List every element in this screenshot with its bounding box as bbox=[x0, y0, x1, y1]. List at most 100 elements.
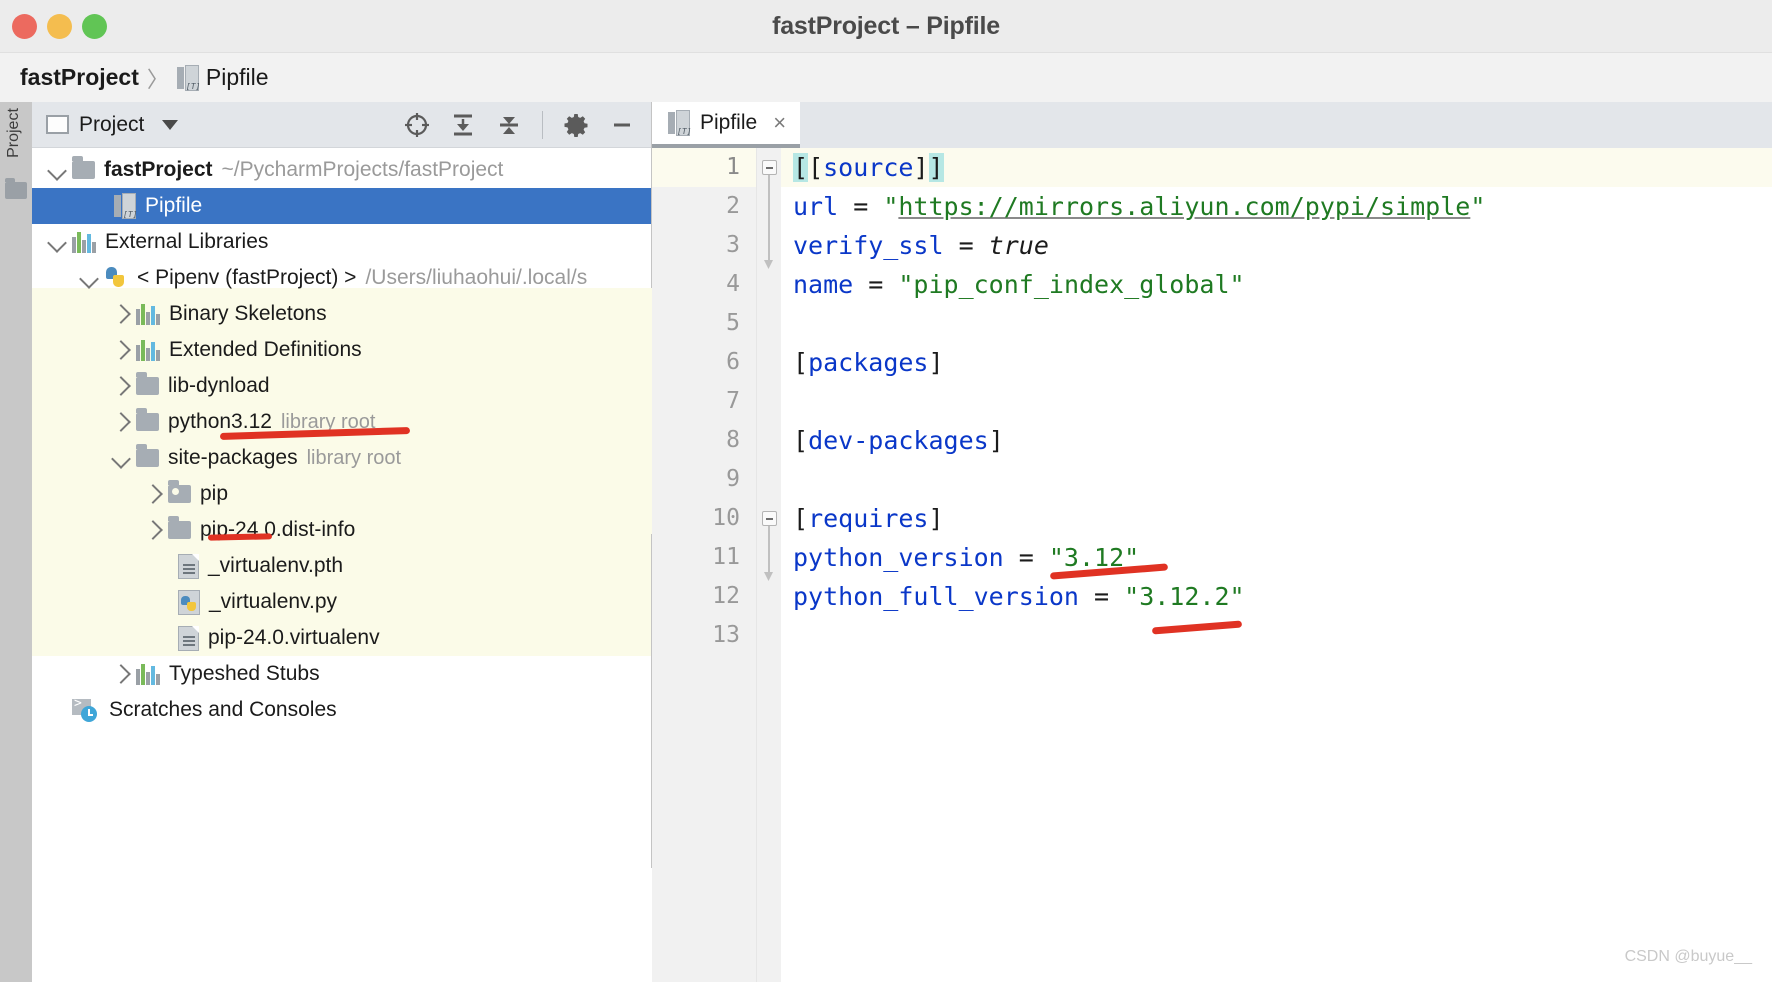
chevron-down-icon[interactable] bbox=[162, 119, 179, 130]
line-number: 12 bbox=[712, 583, 740, 609]
tree-label: pip bbox=[200, 482, 229, 505]
tree-row-pip[interactable]: pip bbox=[32, 476, 651, 512]
fold-toggle-requires[interactable] bbox=[762, 511, 777, 526]
code-line-3[interactable]: verify_ssl = true bbox=[781, 226, 1772, 265]
code-line-1[interactable]: [[source]] bbox=[781, 148, 1772, 187]
line-number: 5 bbox=[726, 310, 740, 336]
editor-tab-pipfile[interactable]: Pipfile × bbox=[652, 102, 801, 148]
tree-detail: library root bbox=[306, 446, 402, 469]
tree-label: < Pipenv (fastProject) > bbox=[137, 266, 357, 289]
folder-icon bbox=[136, 444, 159, 467]
chevron-expanded-icon[interactable] bbox=[47, 233, 67, 253]
code-area[interactable]: 1 2 3 4 5 6 7 8 9 10 11 12 13 [[source]]… bbox=[652, 148, 1772, 982]
chevron-collapsed-icon[interactable] bbox=[111, 340, 131, 360]
breadcrumb-file[interactable]: Pipfile bbox=[176, 64, 269, 91]
code-line-12[interactable]: python_full_version = "3.12.2" bbox=[781, 577, 1772, 616]
chevron-collapsed-icon[interactable] bbox=[111, 664, 131, 684]
tree-label: Typeshed Stubs bbox=[169, 662, 320, 685]
fold-region-end-icon bbox=[764, 572, 773, 581]
collapse-all-icon[interactable] bbox=[496, 112, 522, 138]
tree-row-pipenv-sdk[interactable]: < Pipenv (fastProject) > /Users/liuhaohu… bbox=[32, 260, 651, 296]
text-file-icon bbox=[178, 625, 199, 651]
line-number: 6 bbox=[726, 349, 740, 375]
tree-row-binary-skeletons[interactable]: Binary Skeletons bbox=[32, 296, 651, 332]
toml-file-icon bbox=[668, 110, 690, 136]
tree-row-pip-virtualenv[interactable]: pip-24.0.virtualenv bbox=[32, 620, 651, 656]
line-number: 13 bbox=[712, 622, 740, 648]
project-view-icon bbox=[46, 115, 69, 134]
tree-label: _virtualenv.py bbox=[209, 590, 338, 613]
line-number-gutter: 1 2 3 4 5 6 7 8 9 10 11 12 13 bbox=[652, 148, 757, 982]
chevron-collapsed-icon[interactable] bbox=[143, 520, 163, 540]
tree-label: Scratches and Consoles bbox=[109, 698, 337, 721]
project-panel-header: Project bbox=[32, 102, 651, 148]
tree-row-external-libraries[interactable]: External Libraries bbox=[32, 224, 651, 260]
code-lines[interactable]: [[source]] url = "https://mirrors.aliyun… bbox=[781, 148, 1772, 982]
select-opened-file-icon[interactable] bbox=[404, 112, 430, 138]
tree-label: lib-dynload bbox=[168, 374, 270, 397]
window-titlebar: fastProject – Pipfile bbox=[0, 0, 1772, 53]
code-line-9[interactable] bbox=[781, 460, 1772, 499]
library-icon bbox=[136, 303, 160, 325]
tree-row-extended-definitions[interactable]: Extended Definitions bbox=[32, 332, 651, 368]
fold-region-end-icon bbox=[764, 260, 773, 269]
tree-row-pip-dist-info[interactable]: pip-24.0.dist-info bbox=[32, 512, 651, 548]
tree-label: fastProject bbox=[104, 158, 213, 181]
project-tool-button[interactable]: Project bbox=[5, 93, 23, 173]
tree-row-site-packages[interactable]: site-packages library root bbox=[32, 440, 651, 476]
code-line-8[interactable]: [dev-packages] bbox=[781, 421, 1772, 460]
project-panel-title[interactable]: Project bbox=[79, 113, 144, 137]
breadcrumb-root[interactable]: fastProject bbox=[20, 64, 139, 91]
fold-region-line bbox=[768, 175, 770, 265]
line-number: 7 bbox=[726, 388, 740, 414]
tree-row-python312[interactable]: python3.12 library root bbox=[32, 404, 651, 440]
close-icon[interactable]: × bbox=[773, 110, 786, 136]
expand-all-icon[interactable] bbox=[450, 112, 476, 138]
tree-label: site-packages bbox=[168, 446, 298, 469]
fold-toggle-source[interactable] bbox=[762, 160, 777, 175]
chevron-collapsed-icon[interactable] bbox=[111, 412, 131, 432]
code-line-4[interactable]: name = "pip_conf_index_global" bbox=[781, 265, 1772, 304]
tree-path: ~/PycharmProjects/fastProject bbox=[221, 158, 504, 181]
code-line-7[interactable] bbox=[781, 382, 1772, 421]
tree-row-fastProject[interactable]: fastProject ~/PycharmProjects/fastProjec… bbox=[32, 152, 651, 188]
chevron-expanded-icon[interactable] bbox=[47, 161, 67, 181]
code-line-2[interactable]: url = "https://mirrors.aliyun.com/pypi/s… bbox=[781, 187, 1772, 226]
code-line-6[interactable]: [packages] bbox=[781, 343, 1772, 382]
tree-row-virtualenv-pth[interactable]: _virtualenv.pth bbox=[32, 548, 651, 584]
chevron-collapsed-icon[interactable] bbox=[111, 376, 131, 396]
chevron-collapsed-icon[interactable] bbox=[111, 304, 131, 324]
tree-label: pip-24.0.dist-info bbox=[200, 518, 356, 541]
line-number: 2 bbox=[726, 193, 740, 219]
code-line-10[interactable]: [requires] bbox=[781, 499, 1772, 538]
tree-row-typeshed-stubs[interactable]: Typeshed Stubs bbox=[32, 656, 651, 692]
tree-row-lib-dynload[interactable]: lib-dynload bbox=[32, 368, 651, 404]
tree-row-virtualenv-py[interactable]: _virtualenv.py bbox=[32, 584, 651, 620]
window-title: fastProject – Pipfile bbox=[772, 12, 1000, 40]
fold-region-line bbox=[768, 526, 770, 577]
line-number: 11 bbox=[712, 544, 740, 570]
tree-path: /Users/liuhaohui/.local/s bbox=[365, 266, 588, 289]
chevron-expanded-icon[interactable] bbox=[111, 449, 131, 469]
code-line-5[interactable] bbox=[781, 304, 1772, 343]
line-number: 10 bbox=[712, 505, 740, 531]
line-number: 3 bbox=[726, 232, 740, 258]
tree-label: _virtualenv.pth bbox=[208, 554, 344, 577]
breadcrumb-file-label: Pipfile bbox=[205, 64, 269, 90]
chevron-expanded-icon[interactable] bbox=[79, 269, 99, 289]
code-line-13[interactable] bbox=[781, 616, 1772, 655]
tree-row-Pipfile[interactable]: Pipfile bbox=[32, 188, 651, 224]
toolbar-divider bbox=[542, 110, 543, 139]
project-panel-actions bbox=[404, 110, 641, 139]
folder-icon bbox=[136, 408, 159, 431]
folder-icon[interactable] bbox=[5, 178, 27, 199]
tree-label: pip-24.0.virtualenv bbox=[208, 626, 380, 649]
tree-row-scratches-and-consoles[interactable]: Scratches and Consoles bbox=[32, 692, 651, 728]
editor-area: Pipfile × 1 2 3 4 5 6 7 8 9 10 11 12 13 bbox=[652, 102, 1772, 982]
hide-panel-icon[interactable] bbox=[609, 112, 635, 138]
code-line-11[interactable]: python_version = "3.12" bbox=[781, 538, 1772, 577]
settings-gear-icon[interactable] bbox=[563, 112, 589, 138]
code-folding-gutter[interactable] bbox=[757, 148, 781, 982]
chevron-collapsed-icon[interactable] bbox=[143, 484, 163, 504]
line-number: 8 bbox=[726, 427, 740, 453]
